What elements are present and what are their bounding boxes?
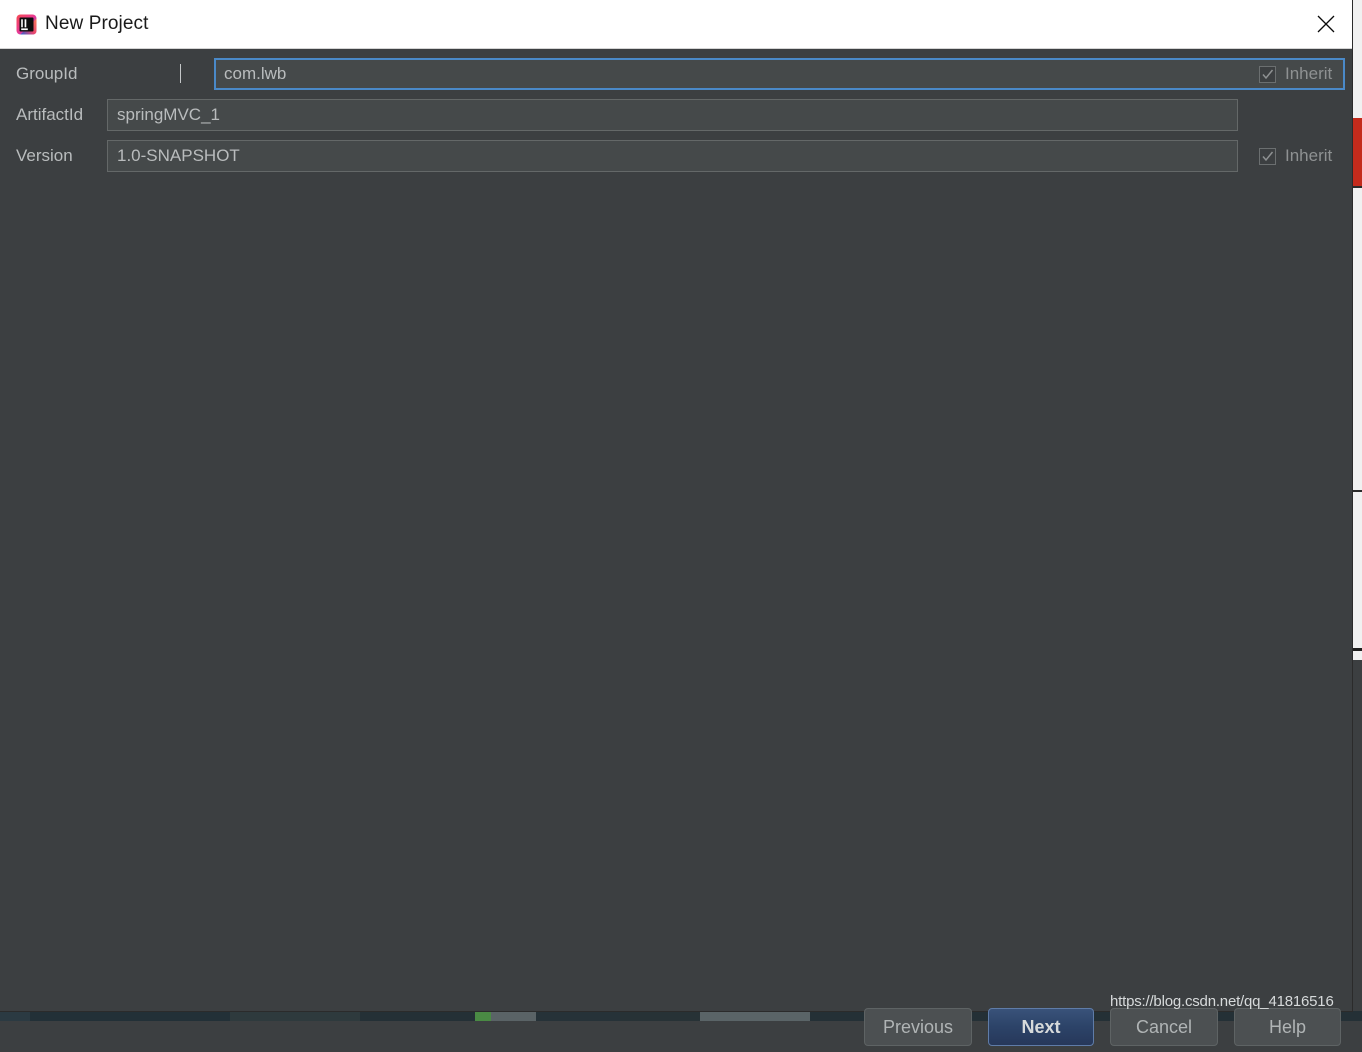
dialog-title: New Project [45,13,149,34]
groupid-inherit-checkbox[interactable] [1259,65,1276,83]
version-inherit-checkbox[interactable] [1259,147,1276,165]
artifactid-label: ArtifactId [16,105,84,124]
field-row-artifactid: ArtifactId [0,99,1352,131]
close-icon[interactable] [1300,0,1352,47]
version-input[interactable] [107,140,1238,172]
help-button[interactable]: Help [1234,1008,1341,1046]
dialog-button-bar: Previous Next Cancel Help [0,1008,1352,1052]
field-row-groupid: GroupId Inherit [0,58,1352,90]
artifactid-input[interactable] [107,99,1238,131]
version-label: Version [16,146,73,165]
text-caret [180,64,181,83]
groupid-input[interactable] [214,58,1345,90]
groupid-label: GroupId [16,64,78,83]
cancel-button[interactable]: Cancel [1110,1008,1218,1046]
backdrop-right-divider [1352,490,1362,492]
next-button[interactable]: Next [988,1008,1094,1046]
watermark-text: https://blog.csdn.net/qq_41816516 [1110,993,1334,1010]
backdrop-right-divider [1352,186,1362,188]
backdrop-right-divider [1352,648,1362,651]
dialog-titlebar: New Project [0,0,1352,49]
backdrop-right-red-marker [1352,118,1362,186]
groupid-inherit-label: Inherit [1285,64,1333,83]
backdrop-right-dark-area [1352,660,1362,1011]
previous-button[interactable]: Previous [864,1008,972,1046]
new-project-dialog: New Project GroupId Inherit [0,0,1352,1046]
groupid-inherit-group[interactable]: Inherit [1259,58,1332,90]
version-inherit-label: Inherit [1285,146,1333,165]
intellij-idea-logo-icon [16,14,37,35]
field-row-version: Version Inherit [0,140,1352,172]
backdrop-right-panel [1352,0,1362,660]
version-inherit-group[interactable]: Inherit [1259,140,1332,172]
dialog-content: GroupId Inherit ArtifactId Version [0,49,1352,1046]
